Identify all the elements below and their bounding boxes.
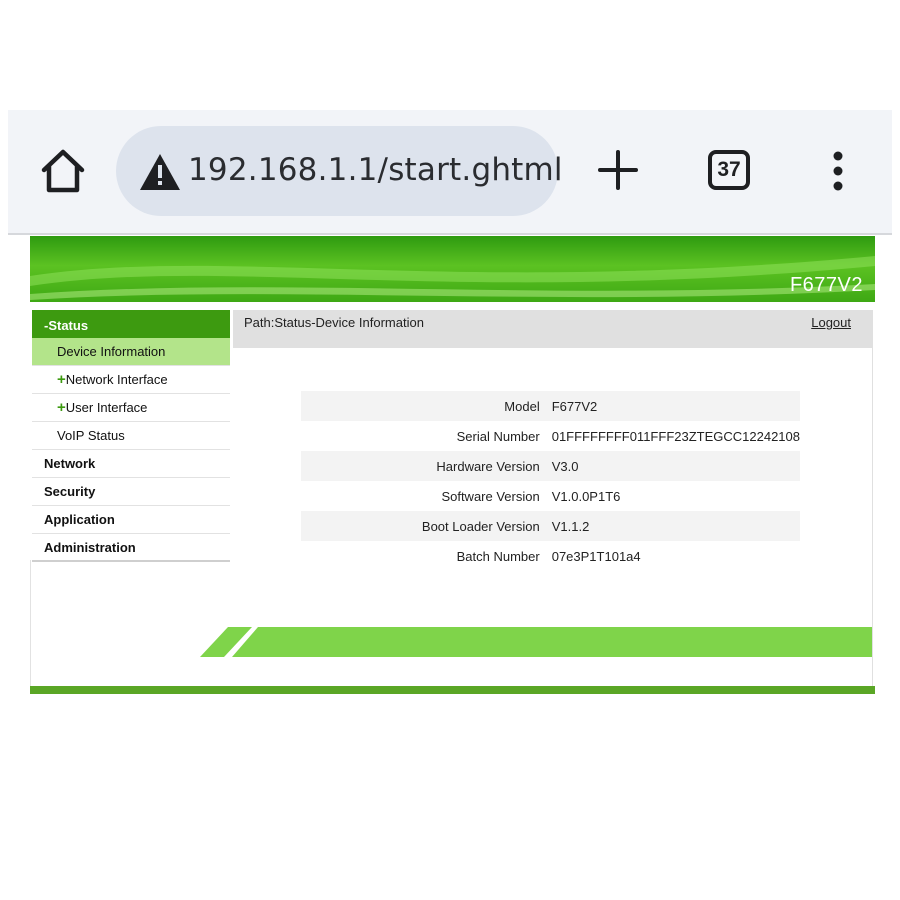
sidebar-item-network-interface[interactable]: +Network Interface xyxy=(32,366,230,394)
sidebar-menu: -Status Device Information +Network Inte… xyxy=(32,310,230,562)
row-value: V3.0 xyxy=(545,451,800,481)
table-row: Serial Number 01FFFFFFFF011FFF23ZTEGCC12… xyxy=(301,421,800,451)
page-left-border xyxy=(30,560,31,688)
router-banner: F677V2 xyxy=(30,236,875,302)
browser-toolbar: 192.168.1.1/start.ghtml 37 xyxy=(8,110,892,235)
sidebar-item-label: Network Interface xyxy=(65,372,168,387)
sidebar-item-security[interactable]: Security xyxy=(32,478,230,506)
logout-link[interactable]: Logout xyxy=(811,315,851,330)
sidebar-item-voip-status[interactable]: VoIP Status xyxy=(32,422,230,450)
sidebar-item-label: VoIP Status xyxy=(57,428,125,443)
banner-model-name: F677V2 xyxy=(789,274,863,296)
footer-decoration-band xyxy=(200,627,872,657)
sidebar-item-user-interface[interactable]: +User Interface xyxy=(32,394,230,422)
url-text[interactable]: 192.168.1.1/start.ghtml xyxy=(188,152,563,188)
home-icon[interactable] xyxy=(38,146,88,196)
table-row: Boot Loader Version V1.1.2 xyxy=(301,511,800,541)
table-row: Model F677V2 xyxy=(301,391,800,421)
sidebar-item-device-information[interactable]: Device Information xyxy=(32,338,230,366)
row-value: V1.1.2 xyxy=(545,511,800,541)
row-label: Hardware Version xyxy=(301,451,546,481)
row-label: Software Version xyxy=(301,481,546,511)
row-value: 07e3P1T101a4 xyxy=(545,541,800,571)
table-row: Software Version V1.0.0P1T6 xyxy=(301,481,800,511)
sidebar-item-network[interactable]: Network xyxy=(32,450,230,478)
sidebar-item-administration[interactable]: Administration xyxy=(32,534,230,562)
footer-line xyxy=(30,686,875,694)
tab-switcher-icon[interactable]: 37 xyxy=(708,150,750,190)
row-value: 01FFFFFFFF011FFF23ZTEGCC12242108 xyxy=(545,421,800,451)
table-row: Hardware Version V3.0 xyxy=(301,451,800,481)
row-label: Boot Loader Version xyxy=(301,511,546,541)
sidebar-item-status[interactable]: -Status xyxy=(32,310,230,338)
sidebar-item-application[interactable]: Application xyxy=(32,506,230,534)
expand-plus-icon: + xyxy=(57,399,66,416)
warning-icon[interactable] xyxy=(138,152,182,192)
row-value: V1.0.0P1T6 xyxy=(545,481,800,511)
row-label: Batch Number xyxy=(301,541,546,571)
sidebar-item-label: Device Information xyxy=(57,344,166,359)
row-label: Model xyxy=(301,391,546,421)
sidebar-item-label: User Interface xyxy=(65,400,148,415)
device-info-table: Model F677V2 Serial Number 01FFFFFFFF011… xyxy=(301,391,800,571)
row-label: Serial Number xyxy=(301,421,546,451)
breadcrumb: Path:Status-Device Information xyxy=(244,315,424,330)
more-menu-icon[interactable] xyxy=(828,150,848,192)
banner-swoosh-graphic xyxy=(30,256,875,300)
new-tab-plus-icon[interactable] xyxy=(596,148,640,192)
expand-plus-icon: + xyxy=(57,371,66,388)
address-bar[interactable]: 192.168.1.1/start.ghtml xyxy=(116,126,563,216)
path-bar: Path:Status-Device Information Logout xyxy=(233,310,873,348)
row-value: F677V2 xyxy=(545,391,800,421)
table-row: Batch Number 07e3P1T101a4 xyxy=(301,541,800,571)
